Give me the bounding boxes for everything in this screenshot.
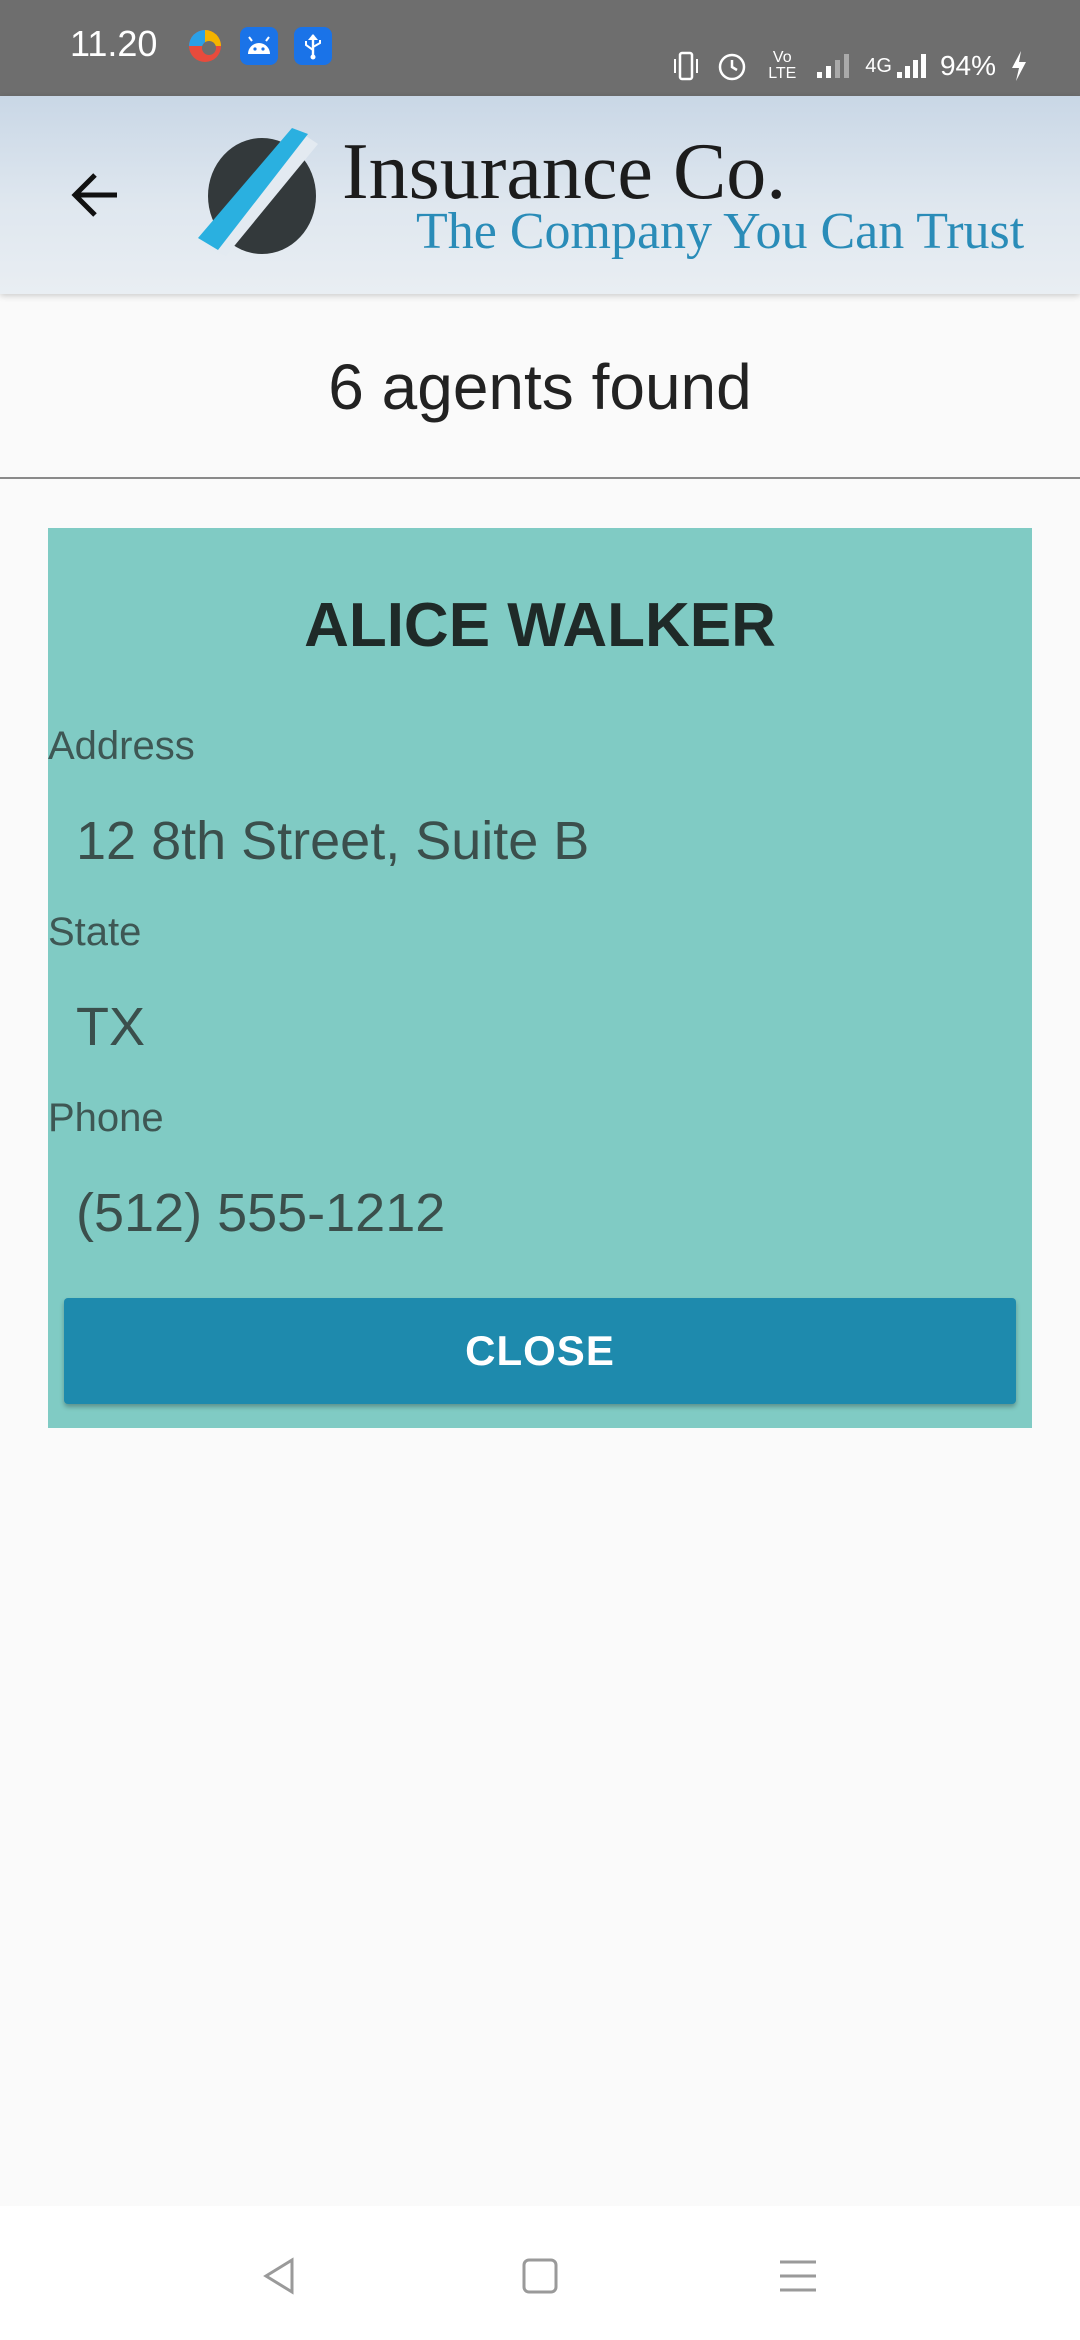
agent-name: ALICE WALKER [304, 591, 776, 660]
phone-value: (512) 555-1212 [76, 1183, 446, 1243]
close-button[interactable]: CLOSE [64, 1298, 1016, 1404]
square-home-icon [522, 2258, 558, 2294]
results-summary: 6 agents found [328, 351, 752, 423]
status-bar: 11.20 Vo LTE 4G 94% [0, 0, 1080, 96]
network-4g-icon: 4G [865, 52, 926, 80]
divider [0, 477, 1080, 479]
status-time: 11.20 [70, 23, 158, 64]
app-header-banner: Insurance Co. The Company You Can Trust [0, 96, 1080, 294]
system-icons: Vo LTE 4G 94% [671, 49, 1028, 83]
vibrate-icon [671, 49, 701, 83]
system-nav-bar [0, 2206, 1080, 2340]
nav-menu-button[interactable] [768, 2246, 828, 2306]
volte-icon: Vo LTE [768, 49, 797, 82]
charging-icon [1010, 50, 1028, 82]
network-label: 4G [865, 54, 892, 77]
address-label: Address [48, 724, 195, 768]
alarm-icon [715, 49, 749, 83]
nav-back-button[interactable] [250, 2246, 310, 2306]
signal-icon [815, 52, 851, 80]
state-label: State [48, 910, 142, 954]
menu-lines-icon [780, 2260, 816, 2292]
android-icon [240, 27, 278, 65]
address-value: 12 8th Street, Suite B [76, 811, 590, 871]
notification-icons [186, 27, 332, 65]
arrow-left-icon [71, 173, 117, 217]
state-value: TX [76, 997, 146, 1057]
nav-home-button[interactable] [510, 2246, 570, 2306]
triangle-back-icon [263, 2257, 294, 2295]
agent-card: ALICE WALKER Address 12 8th Street, Suit… [48, 528, 1032, 1428]
usb-icon [294, 27, 332, 65]
brand-tagline: The Company You Can Trust [416, 203, 1025, 260]
back-button[interactable] [40, 140, 150, 250]
battery-percent: 94% [939, 50, 996, 81]
company-logo-icon [198, 128, 318, 256]
browser-icon [186, 27, 224, 65]
brand-title: Insurance Co. [342, 128, 787, 216]
phone-label: Phone [48, 1096, 164, 1140]
